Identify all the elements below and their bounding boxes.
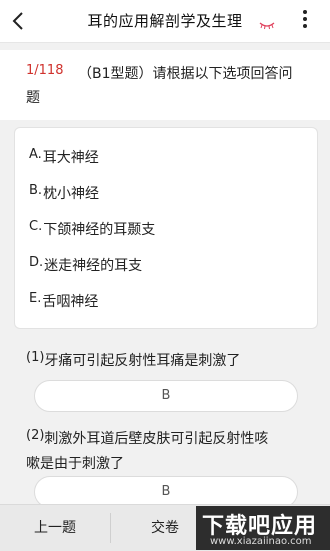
option-letter: C. [29,219,43,234]
more-vertical-icon[interactable] [302,10,308,32]
option-c[interactable]: C.下颌神经的耳颞支 [29,219,155,239]
question-text-cont: 题 [26,90,40,106]
option-letter: B. [29,183,43,198]
option-text: 舌咽神经 [42,294,99,310]
option-text: 下颌神经的耳颞支 [43,222,156,238]
eye-closed-icon[interactable] [259,15,275,30]
question-number: 1/118 [26,63,64,78]
option-a[interactable]: A.耳大神经 [29,147,99,167]
prev-question-button[interactable]: 上一题 [0,505,110,551]
answer-box-1[interactable]: B [34,380,298,412]
subquestion-text: 牙痛可引起反射性耳痛是刺激了 [44,353,241,369]
subquestion-1: (1)牙痛可引起反射性耳痛是刺激了 [26,349,310,374]
option-text: 耳大神经 [42,150,99,166]
watermark-logo: 下载吧应用 www.xiazaiinao.com [196,506,330,550]
subquestion-number: (1) [26,350,45,365]
subquestion-number: (2) [26,428,45,443]
page-title: 耳的应用解剖学及生理 [87,12,243,30]
app-header: 耳的应用解剖学及生理 [0,0,330,43]
option-b[interactable]: B.枕小神经 [29,183,99,203]
option-letter: A. [29,147,42,162]
option-letter: D. [29,255,44,270]
question-card: 1/118 （B1型题）请根据以下选项回答问 题 [0,50,330,120]
question-text: （B1型题）请根据以下选项回答问 [78,66,293,82]
options-card: A.耳大神经 B.枕小神经 C.下颌神经的耳颞支 D.迷走神经的耳支 E.舌咽神… [14,127,318,329]
option-text: 枕小神经 [43,186,100,202]
option-text: 迷走神经的耳支 [44,258,143,274]
option-e[interactable]: E.舌咽神经 [29,291,98,311]
subquestion-2: (2)刺激外耳道后壁皮肤可引起反射性咳 嗽是由于刺激了 [26,427,310,476]
watermark-url: www.xiazaiinao.com [210,536,312,547]
subquestion-text: 刺激外耳道后壁皮肤可引起反射性咳 [44,431,269,447]
option-d[interactable]: D.迷走神经的耳支 [29,255,142,275]
subquestion-text-cont: 嗽是由于刺激了 [26,456,124,472]
option-letter: E. [29,291,42,306]
